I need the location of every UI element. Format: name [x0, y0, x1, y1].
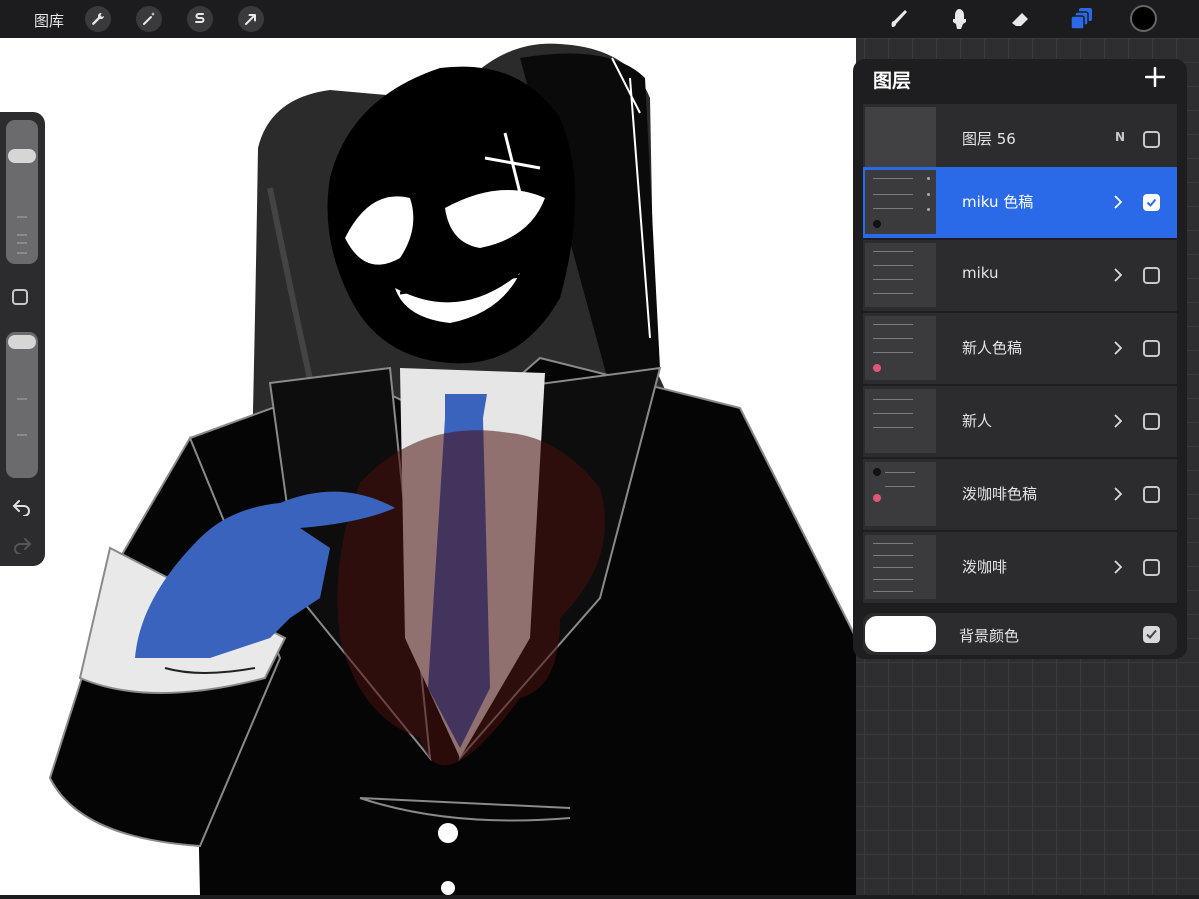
slider-tick [17, 252, 27, 254]
wrench-icon[interactable] [85, 6, 111, 32]
slider-tick [17, 234, 27, 236]
layers-panel: 图层 图层 56 N miku 色稿 miku 新人色稿 新人 泼咖啡色稿 泼咖… [853, 59, 1187, 659]
layer-visibility-checkbox[interactable] [1143, 413, 1160, 430]
opacity-thumb[interactable] [8, 335, 36, 349]
layer-group-thumbnail [865, 243, 936, 307]
layer-row[interactable]: 新人色稿 [863, 313, 1177, 384]
slider-tick [17, 216, 27, 218]
layer-row[interactable]: miku [863, 240, 1177, 311]
eraser-icon[interactable] [1007, 5, 1035, 33]
chevron-right-icon[interactable] [1114, 268, 1122, 282]
layer-row[interactable]: 泼咖啡 [863, 532, 1177, 603]
brush-icon[interactable] [886, 5, 914, 33]
chevron-right-icon[interactable] [1114, 341, 1122, 355]
layer-row[interactable]: 图层 56 N [863, 104, 1177, 175]
transform-arrow-icon[interactable] [238, 6, 264, 32]
smudge-icon[interactable] [946, 5, 974, 33]
slider-tick [17, 434, 27, 436]
chevron-right-icon[interactable] [1114, 195, 1122, 209]
plus-icon[interactable] [1145, 67, 1165, 87]
selection-s-icon[interactable] [187, 6, 213, 32]
layer-name: 新人 [962, 412, 993, 430]
layer-group-thumbnail [865, 462, 936, 526]
layer-name: 泼咖啡 [962, 558, 1008, 576]
layer-name: miku 色稿 [962, 193, 1034, 211]
square-modify-icon[interactable] [12, 289, 28, 305]
layer-group-thumbnail [865, 316, 936, 380]
layer-visibility-checkbox[interactable] [1143, 131, 1160, 148]
opacity-slider[interactable] [6, 332, 38, 478]
layer-name: miku [962, 264, 999, 282]
layer-visibility-checkbox[interactable] [1143, 194, 1160, 211]
background-layer-name: 背景颜色 [959, 627, 1020, 645]
layer-row[interactable]: 新人 [863, 386, 1177, 457]
layers-icon[interactable] [1068, 5, 1096, 33]
layer-visibility-checkbox[interactable] [1143, 559, 1160, 576]
magic-wand-icon[interactable] [136, 6, 162, 32]
background-visibility-checkbox[interactable] [1143, 626, 1160, 643]
layer-visibility-checkbox[interactable] [1143, 486, 1160, 503]
background-color-layer[interactable]: 背景颜色 [863, 613, 1177, 655]
redo-icon[interactable] [11, 536, 33, 554]
brush-size-thumb[interactable] [8, 149, 36, 163]
background-color-swatch[interactable] [865, 616, 936, 652]
color-picker-swatch[interactable] [1130, 5, 1157, 32]
blend-mode-button[interactable]: N [1115, 130, 1125, 144]
layer-group-thumbnail [865, 389, 936, 453]
drawing-canvas[interactable] [0, 38, 856, 895]
top-toolbar: 图库 [0, 0, 1199, 38]
chevron-right-icon[interactable] [1114, 487, 1122, 501]
layer-visibility-checkbox[interactable] [1143, 340, 1160, 357]
left-sidebar [0, 112, 45, 566]
layer-row[interactable]: miku 色稿 [863, 167, 1177, 238]
layers-panel-title: 图层 [873, 70, 912, 92]
brush-size-slider[interactable] [6, 120, 38, 264]
undo-icon[interactable] [11, 498, 33, 516]
chevron-right-icon[interactable] [1114, 414, 1122, 428]
layer-thumbnail [865, 107, 936, 171]
slider-tick [17, 398, 27, 400]
artwork-illustration [48, 43, 856, 895]
bottom-edge [0, 895, 1199, 899]
layer-name: 泼咖啡色稿 [962, 485, 1038, 503]
slider-tick [17, 242, 27, 244]
chevron-right-icon[interactable] [1114, 560, 1122, 574]
layer-visibility-checkbox[interactable] [1143, 267, 1160, 284]
layer-group-thumbnail [865, 170, 936, 234]
gallery-button[interactable]: 图库 [34, 10, 64, 31]
layer-name: 新人色稿 [962, 339, 1023, 357]
layer-group-thumbnail [865, 535, 936, 599]
layer-row[interactable]: 泼咖啡色稿 [863, 459, 1177, 530]
layer-name: 图层 56 [962, 130, 1016, 148]
